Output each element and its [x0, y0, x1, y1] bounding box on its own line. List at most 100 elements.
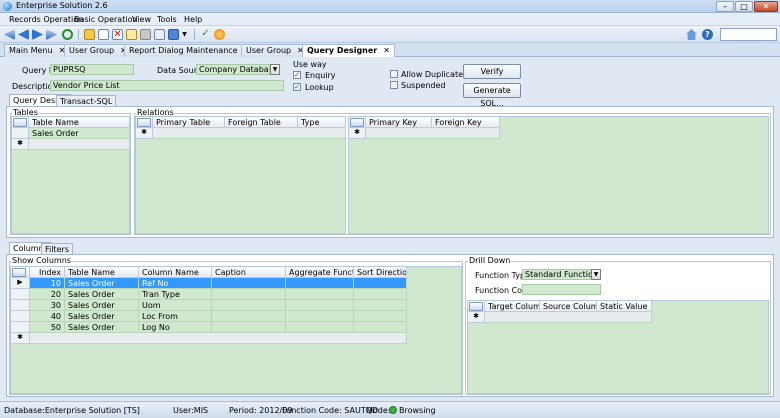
- next-record-icon[interactable]: [32, 29, 43, 40]
- lookup-checkbox[interactable]: ✓: [293, 83, 301, 91]
- row-header[interactable]: [11, 300, 30, 311]
- column-header-foreign-table[interactable]: Foreign Table: [225, 117, 298, 128]
- menu-view[interactable]: View: [132, 15, 151, 24]
- table-cell[interactable]: [286, 300, 354, 311]
- menu-records-operation[interactable]: Records Operation: [9, 15, 83, 24]
- table-cell[interactable]: [286, 322, 354, 333]
- minimize-button[interactable]: –: [716, 1, 734, 12]
- datasource-select[interactable]: Company Database: [196, 64, 270, 75]
- table-cell[interactable]: Sales Order: [65, 289, 139, 300]
- column-header-table-name[interactable]: Table Name: [65, 267, 139, 278]
- table-cell[interactable]: 10: [30, 278, 65, 289]
- new-record-icon[interactable]: [98, 29, 109, 40]
- grid-options-icon[interactable]: [469, 302, 483, 311]
- table-cell[interactable]: Sales Order: [65, 278, 139, 289]
- column-header-table-name[interactable]: Table Name: [29, 117, 130, 128]
- row-header[interactable]: [11, 289, 30, 300]
- table-cell[interactable]: [212, 300, 286, 311]
- table-cell[interactable]: [212, 311, 286, 322]
- grid-options-icon[interactable]: [350, 118, 364, 127]
- column-header-source-column[interactable]: Source Column: [540, 301, 597, 312]
- relations-grid[interactable]: Primary Table Foreign Table Type ✱: [135, 116, 346, 234]
- row-header[interactable]: [12, 128, 29, 139]
- table-cell[interactable]: Sales Order: [65, 300, 139, 311]
- table-cell[interactable]: [212, 278, 286, 289]
- grid-options-icon[interactable]: [137, 118, 151, 127]
- table-cell[interactable]: 30: [30, 300, 65, 311]
- tab-report-dialog-maintenance[interactable]: Report Dialog Maintenance✕: [124, 44, 256, 57]
- new-row-marker[interactable]: ✱: [136, 128, 153, 139]
- column-header-index[interactable]: Index: [30, 267, 65, 278]
- close-icon[interactable]: ✕: [383, 46, 390, 55]
- column-header-primary-table[interactable]: Primary Table: [153, 117, 225, 128]
- relation-keys-grid[interactable]: Primary Key Foreign Key ✱: [348, 116, 769, 234]
- table-cell[interactable]: [354, 322, 407, 333]
- description-input[interactable]: Vendor Price List: [50, 80, 284, 91]
- column-header-foreign-key[interactable]: Foreign Key: [432, 117, 500, 128]
- table-cell[interactable]: 20: [30, 289, 65, 300]
- column-header-caption[interactable]: Caption: [212, 267, 286, 278]
- grid-options-icon[interactable]: [13, 118, 27, 127]
- new-row[interactable]: [485, 312, 652, 323]
- tab-query-designer[interactable]: Query Designer ✕: [302, 44, 395, 58]
- tab-main-menu[interactable]: Main Menu ✕: [4, 44, 71, 57]
- tables-grid[interactable]: Table Name Sales Order ✱: [11, 116, 130, 234]
- check-icon[interactable]: ✓: [200, 29, 211, 40]
- function-code-input[interactable]: [522, 284, 601, 295]
- table-cell[interactable]: [354, 289, 407, 300]
- window-layout-icon[interactable]: [168, 29, 179, 40]
- function-type-select[interactable]: Standard Function: [522, 269, 595, 280]
- table-cell[interactable]: Uom: [139, 300, 212, 311]
- table-cell[interactable]: Ref No: [139, 278, 212, 289]
- menu-tools[interactable]: Tools: [157, 15, 177, 24]
- suspended-checkbox[interactable]: [390, 81, 398, 89]
- grid-options-icon[interactable]: [12, 268, 26, 277]
- table-cell[interactable]: [354, 300, 407, 311]
- save-icon[interactable]: [140, 29, 151, 40]
- first-record-icon[interactable]: [4, 29, 15, 40]
- table-cell[interactable]: Tran Type: [139, 289, 212, 300]
- table-cell[interactable]: 40: [30, 311, 65, 322]
- find-icon[interactable]: [84, 29, 95, 40]
- table-cell[interactable]: Loc From: [139, 311, 212, 322]
- generate-sql-button[interactable]: Generate SQL...: [463, 83, 521, 108]
- delete-icon[interactable]: ✕: [112, 29, 123, 40]
- column-header-column-name[interactable]: Column Name: [139, 267, 212, 278]
- column-header-sort-direction[interactable]: Sort Direction: [354, 267, 407, 278]
- table-cell[interactable]: [212, 322, 286, 333]
- help-icon[interactable]: ?: [702, 29, 713, 40]
- edit-icon[interactable]: [126, 29, 137, 40]
- new-row-marker[interactable]: ✱: [468, 312, 485, 323]
- chevron-down-icon[interactable]: ▼: [181, 29, 188, 40]
- allow-duplicates-checkbox[interactable]: [390, 70, 398, 78]
- grid-corner[interactable]: [11, 267, 30, 278]
- chevron-down-icon[interactable]: ▼: [591, 269, 601, 280]
- grid-corner[interactable]: [12, 117, 29, 128]
- query-id-input[interactable]: PUPRSQ: [50, 64, 134, 75]
- column-header-static-value[interactable]: Static Value: [597, 301, 652, 312]
- table-cell[interactable]: [354, 278, 407, 289]
- toolbar-search-input[interactable]: [720, 28, 777, 41]
- refresh-icon[interactable]: [62, 29, 73, 40]
- new-row[interactable]: [366, 128, 500, 139]
- tab-user-group-2[interactable]: User Group ✕: [241, 44, 309, 57]
- grid-corner[interactable]: [349, 117, 366, 128]
- enquiry-checkbox[interactable]: ✓: [293, 71, 301, 79]
- table-cell[interactable]: 50: [30, 322, 65, 333]
- magic-icon[interactable]: [214, 29, 225, 40]
- grid-corner[interactable]: [468, 301, 485, 312]
- previous-record-icon[interactable]: [18, 29, 29, 40]
- table-cell[interactable]: Sales Order: [65, 322, 139, 333]
- table-cell[interactable]: [212, 289, 286, 300]
- table-cell[interactable]: [354, 311, 407, 322]
- new-row[interactable]: [30, 333, 407, 344]
- home-icon[interactable]: [686, 29, 697, 40]
- table-cell[interactable]: Log No: [139, 322, 212, 333]
- column-header-primary-key[interactable]: Primary Key: [366, 117, 432, 128]
- row-header[interactable]: [11, 322, 30, 333]
- row-header[interactable]: ▶: [11, 278, 30, 289]
- chevron-down-icon[interactable]: ▼: [270, 64, 280, 75]
- table-cell[interactable]: [286, 289, 354, 300]
- drilldown-grid[interactable]: Target Column Source Column Static Value…: [467, 300, 769, 394]
- show-columns-grid[interactable]: Index Table Name Column Name Caption Agg…: [10, 266, 462, 394]
